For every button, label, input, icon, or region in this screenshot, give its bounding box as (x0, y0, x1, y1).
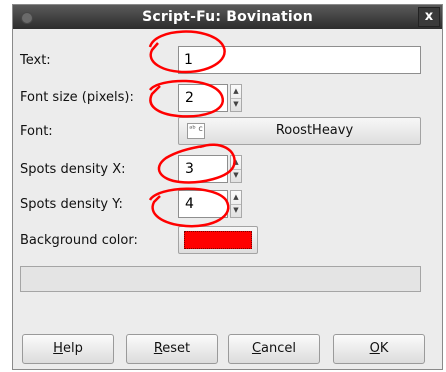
spin-up-icon[interactable]: ▲ (231, 156, 241, 170)
background-color-label: Background color: (20, 233, 138, 248)
help-button[interactable]: Help (22, 334, 114, 364)
ok-button[interactable]: OK (333, 334, 425, 364)
spin-up-icon[interactable]: ▲ (231, 85, 241, 99)
font-name: RoostHeavy (275, 123, 354, 138)
close-button[interactable]: x (418, 7, 440, 27)
window-title: Script-Fu: Bovination (142, 9, 313, 25)
font-size-label: Font size (pixels): (20, 90, 134, 105)
spots-density-y-value[interactable]: 4 (178, 190, 228, 218)
spots-density-x-value[interactable]: 3 (178, 155, 228, 183)
help-mnemonic: H (53, 341, 63, 356)
reset-mnemonic: R (153, 341, 163, 356)
cancel-label: ancel (261, 341, 297, 356)
cancel-mnemonic: C (251, 341, 262, 356)
help-label: elp (62, 341, 83, 356)
spots-density-y-label: Spots density Y: (20, 197, 123, 212)
font-select-button[interactable]: ᵃᵇ c RoostHeavy (178, 117, 421, 145)
text-input[interactable]: 1 (178, 46, 421, 74)
spin-down-icon[interactable]: ▼ (231, 169, 241, 182)
spin-down-icon[interactable]: ▼ (231, 204, 241, 217)
cancel-button[interactable]: Cancel (228, 334, 320, 364)
background-color-button[interactable] (178, 226, 258, 254)
font-size-value[interactable]: 2 (178, 84, 228, 112)
spots-density-x-spin-arrows[interactable]: ▲ ▼ (230, 155, 242, 183)
text-label: Text: (20, 53, 51, 68)
spin-down-icon[interactable]: ▼ (231, 98, 241, 111)
ok-mnemonic: O (369, 341, 380, 356)
spots-density-x-spinner[interactable]: 3 ▲ ▼ (178, 155, 242, 183)
font-size-spin-arrows[interactable]: ▲ ▼ (230, 84, 242, 112)
color-swatch (184, 231, 252, 249)
font-label: Font: (20, 124, 53, 139)
font-icon: ᵃᵇ c (187, 123, 205, 139)
reset-label: eset (162, 341, 191, 356)
ok-label: K (379, 341, 389, 356)
spin-up-icon[interactable]: ▲ (231, 191, 241, 205)
spots-density-y-spin-arrows[interactable]: ▲ ▼ (230, 190, 242, 218)
title-bar[interactable]: Script-Fu: Bovination x (13, 5, 442, 29)
spots-density-x-label: Spots density X: (20, 162, 126, 177)
font-size-spinner[interactable]: 2 ▲ ▼ (178, 84, 242, 112)
progress-bar (20, 266, 421, 292)
spots-density-y-spinner[interactable]: 4 ▲ ▼ (178, 190, 242, 218)
reset-button[interactable]: Reset (126, 334, 218, 364)
